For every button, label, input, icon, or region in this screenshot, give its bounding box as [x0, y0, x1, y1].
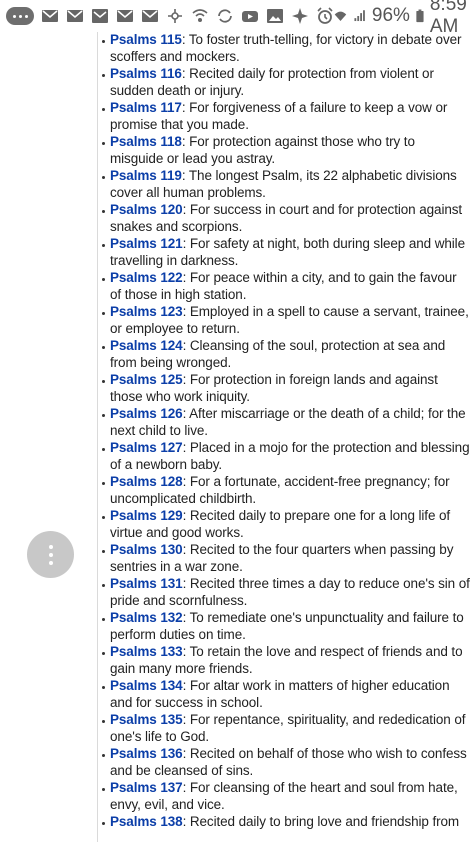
- psalm-link[interactable]: Psalms 115: [110, 32, 182, 47]
- list-item: Psalms 133: To retain the love and respe…: [100, 643, 470, 677]
- mail-icon: [142, 10, 158, 22]
- list-item: Psalms 134: For altar work in matters of…: [100, 677, 470, 711]
- wifi-icon: [334, 11, 347, 22]
- psalm-link[interactable]: Psalms 118: [110, 134, 182, 149]
- psalm-link[interactable]: Psalms 132: [110, 610, 183, 625]
- list-item: Psalms 138: Recited daily to bring love …: [100, 813, 470, 830]
- psalm-link[interactable]: Psalms 119: [110, 168, 182, 183]
- psalm-link[interactable]: Psalms 125: [110, 372, 183, 387]
- gallery-icon: [267, 9, 283, 23]
- psalm-link[interactable]: Psalms 134: [110, 678, 183, 693]
- psalm-link[interactable]: Psalms 123: [110, 304, 183, 319]
- list-item: Psalms 124: Cleansing of the soul, prote…: [100, 337, 470, 371]
- psalm-link[interactable]: Psalms 133: [110, 644, 183, 659]
- page-content: Psalms 115: To foster truth-telling, for…: [0, 32, 474, 842]
- more-vert-icon: [48, 544, 53, 549]
- psalm-link[interactable]: Psalms 138: [110, 814, 183, 829]
- list-item: Psalms 126: After miscarriage or the dea…: [100, 405, 470, 439]
- content-divider: [97, 32, 98, 842]
- notification-icons: [6, 7, 334, 25]
- mail-icon: [67, 10, 83, 22]
- pinwheel-app-icon: [292, 8, 308, 24]
- psalm-link[interactable]: Psalms 129: [110, 508, 183, 523]
- psalm-link[interactable]: Psalms 131: [110, 576, 183, 591]
- psalm-link[interactable]: Psalms 130: [110, 542, 183, 557]
- list-item: Psalms 131: Recited three times a day to…: [100, 575, 470, 609]
- signal-strength-icon: [354, 10, 365, 22]
- psalm-link[interactable]: Psalms 122: [110, 270, 183, 285]
- list-item: Psalms 125: For protection in foreign la…: [100, 371, 470, 405]
- psalm-link[interactable]: Psalms 120: [110, 202, 183, 217]
- psalm-link[interactable]: Psalms 136: [110, 746, 183, 761]
- list-item: Psalms 135: For repentance, spirituality…: [100, 711, 470, 745]
- list-item: Psalms 120: For success in court and for…: [100, 201, 470, 235]
- list-item: Psalms 129: Recited daily to prepare one…: [100, 507, 470, 541]
- battery-percentage: 96%: [371, 5, 410, 26]
- psalm-link[interactable]: Psalms 127: [110, 440, 183, 455]
- list-item: Psalms 137: For cleansing of the heart a…: [100, 779, 470, 813]
- list-item: Psalms 121: For safety at night, both du…: [100, 235, 470, 269]
- list-item: Psalms 122: For peace within a city, and…: [100, 269, 470, 303]
- psalm-link[interactable]: Psalms 124: [110, 338, 183, 353]
- list-item: Psalms 116: Recited daily for protection…: [100, 65, 470, 99]
- more-notifications-icon: [6, 7, 34, 25]
- wifi-calling-icon: [192, 9, 208, 22]
- list-item: Psalms 117: For forgiveness of a failure…: [100, 99, 470, 133]
- list-item: Psalms 127: Placed in a mojo for the pro…: [100, 439, 470, 473]
- psalm-link[interactable]: Psalms 135: [110, 712, 183, 727]
- list-item: Psalms 136: Recited on behalf of those w…: [100, 745, 470, 779]
- list-item: Psalms 132: To remediate one's unpunctua…: [100, 609, 470, 643]
- mail-icon: [117, 10, 133, 22]
- psalms-list: Psalms 115: To foster truth-telling, for…: [100, 32, 470, 830]
- status-bar: 96% 8:59 AM: [0, 0, 474, 37]
- list-item: Psalms 128: For a fortunate, accident-fr…: [100, 473, 470, 507]
- psalm-link[interactable]: Psalms 116: [110, 66, 182, 81]
- psalm-link[interactable]: Psalms 126: [110, 406, 183, 421]
- psalm-link[interactable]: Psalms 137: [110, 780, 183, 795]
- psalm-description: : Recited daily to bring love and friend…: [182, 814, 460, 829]
- battery-icon: [416, 9, 424, 23]
- mail-icon: [42, 10, 58, 22]
- pinwheel-icon: [168, 9, 182, 23]
- youtube-icon: [242, 11, 258, 22]
- list-item: Psalms 123: Employed in a spell to cause…: [100, 303, 470, 337]
- psalm-link[interactable]: Psalms 128: [110, 474, 183, 489]
- psalm-link[interactable]: Psalms 117: [110, 100, 182, 115]
- alarm-icon: [317, 7, 333, 24]
- inbox-mail-icon: [92, 9, 108, 23]
- sync-icon: [218, 9, 232, 23]
- more-options-button[interactable]: [27, 531, 74, 578]
- psalm-link[interactable]: Psalms 121: [110, 236, 183, 251]
- list-item: Psalms 118: For protection against those…: [100, 133, 470, 167]
- list-item: Psalms 119: The longest Psalm, its 22 al…: [100, 167, 470, 201]
- list-item: Psalms 115: To foster truth-telling, for…: [100, 32, 470, 65]
- list-item: Psalms 130: Recited to the four quarters…: [100, 541, 470, 575]
